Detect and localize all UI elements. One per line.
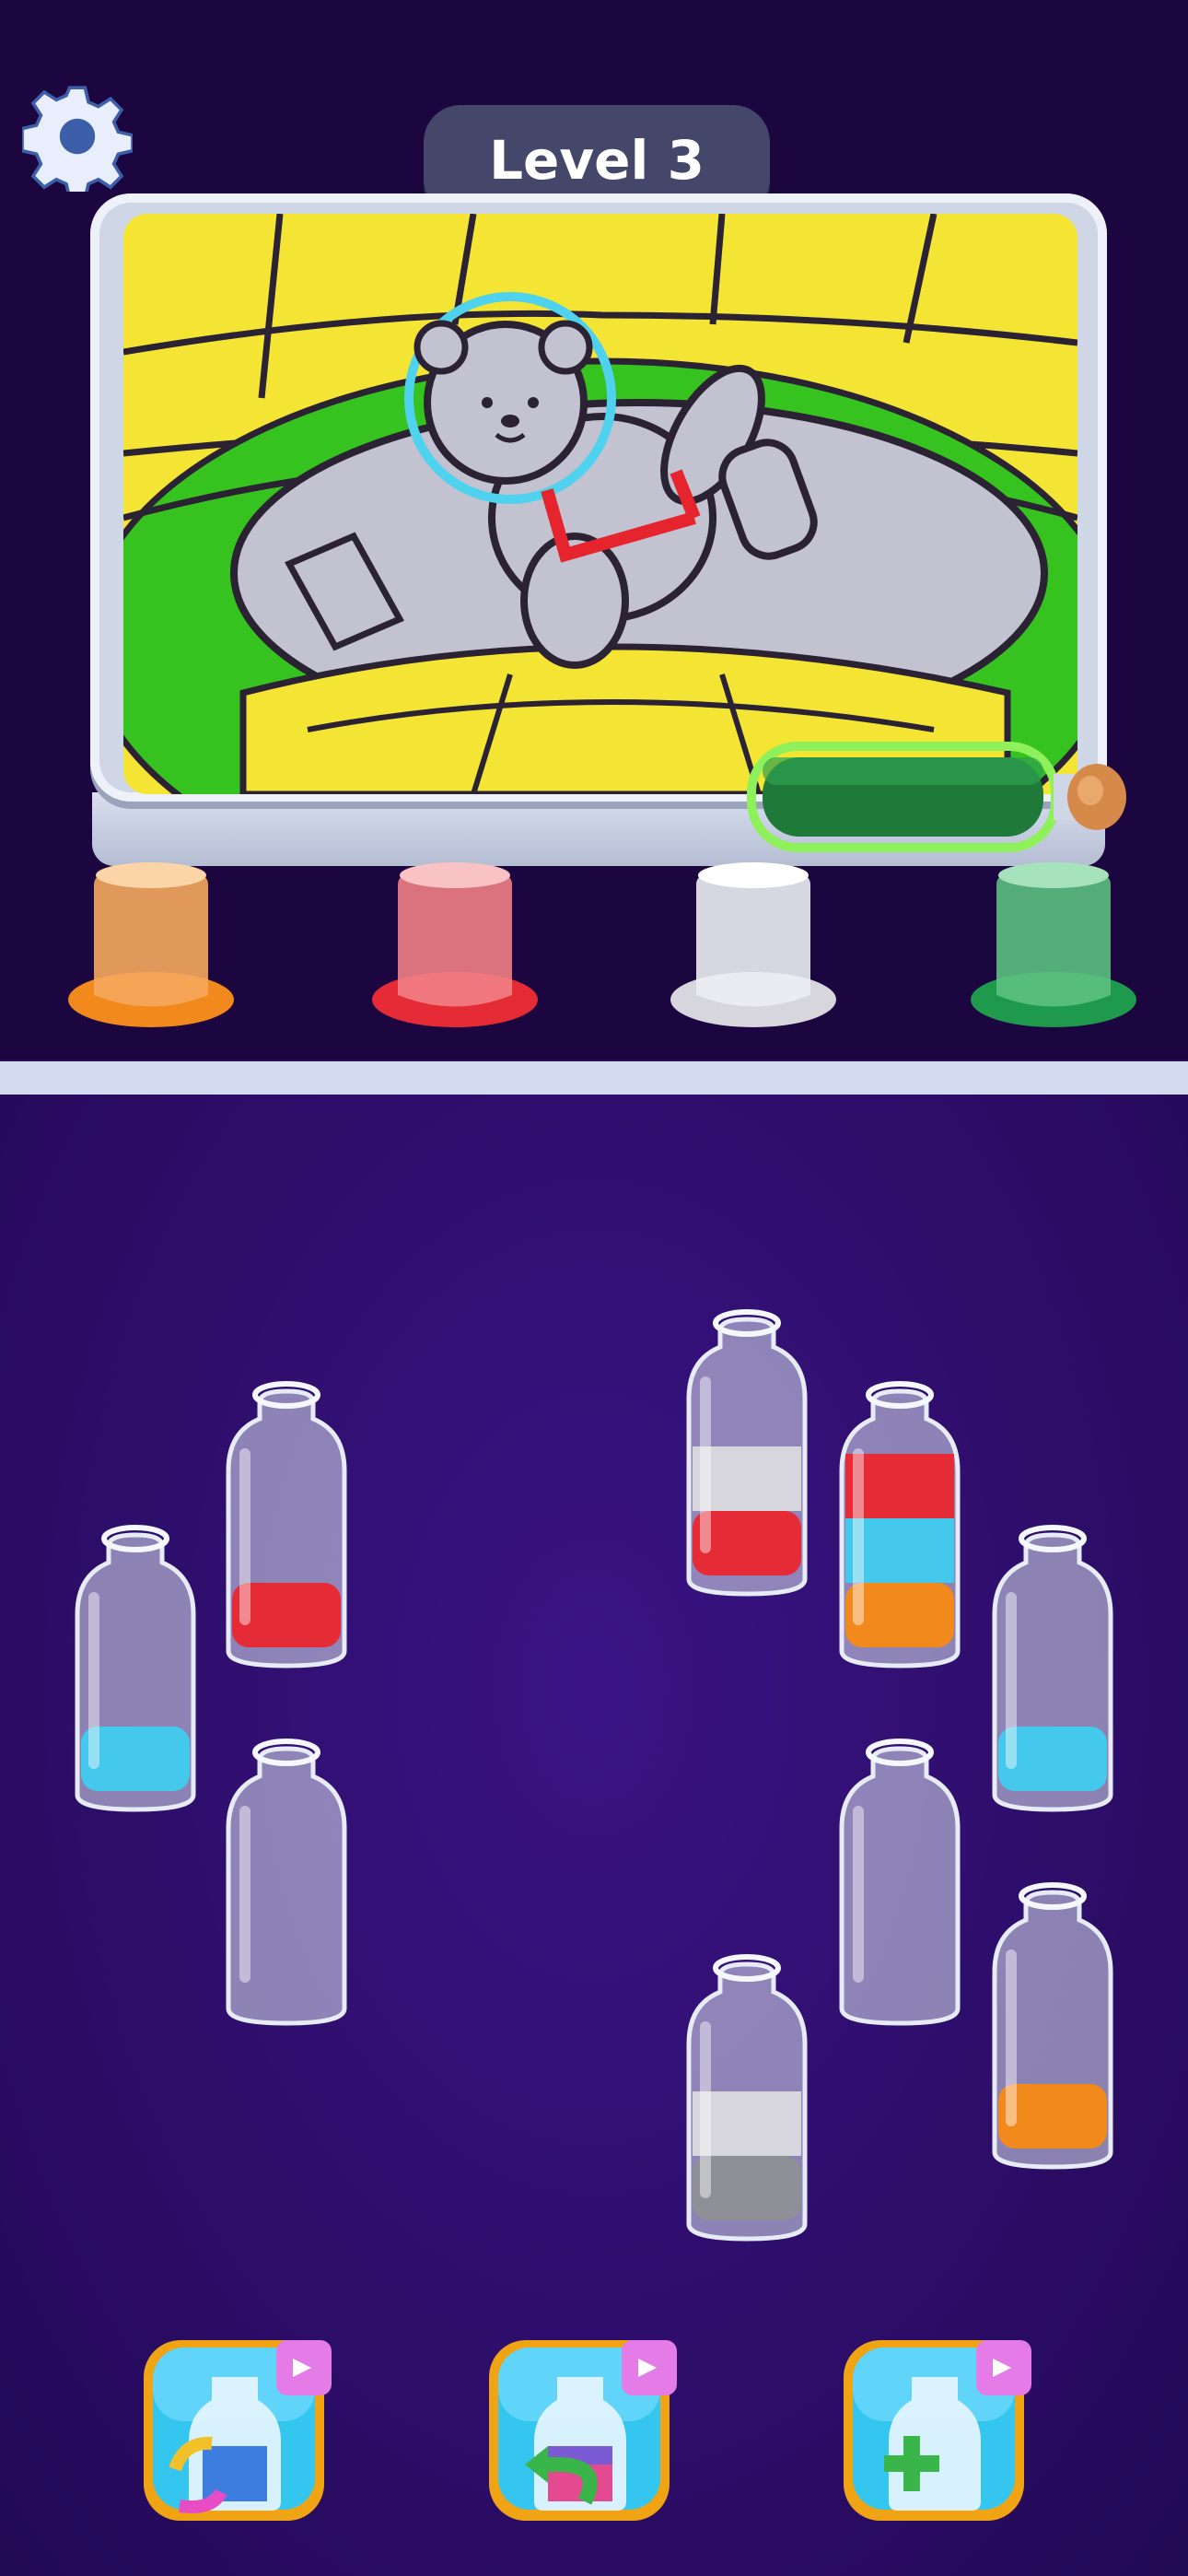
video-ad-icon xyxy=(276,2340,332,2395)
sand-tube[interactable] xyxy=(221,1375,352,1671)
video-ad-icon xyxy=(976,2340,1031,2395)
sand-tube[interactable] xyxy=(681,1948,812,2244)
sand-tube[interactable] xyxy=(834,1732,965,2029)
sand-tube[interactable] xyxy=(70,1518,201,1815)
undo-button[interactable] xyxy=(483,2331,677,2524)
orange-paint-jar xyxy=(68,862,234,1027)
sand-tube[interactable] xyxy=(987,1876,1118,2172)
video-ad-icon xyxy=(622,2340,677,2395)
white-paint-jar xyxy=(670,862,836,1027)
red-paint-jar xyxy=(372,862,538,1027)
shuffle-button[interactable] xyxy=(138,2331,332,2524)
pouring-tube xyxy=(747,742,1126,852)
coloring-picture xyxy=(123,214,1077,794)
add-tube-button[interactable] xyxy=(838,2331,1031,2524)
sand-tube[interactable] xyxy=(221,1732,352,2029)
gear-icon[interactable] xyxy=(22,81,133,192)
sand-tube[interactable] xyxy=(834,1375,965,1671)
green-paint-jar xyxy=(971,862,1136,1027)
sand-tube[interactable] xyxy=(987,1518,1118,1815)
sand-tube[interactable] xyxy=(681,1303,812,1599)
panel-divider xyxy=(0,1061,1188,1095)
